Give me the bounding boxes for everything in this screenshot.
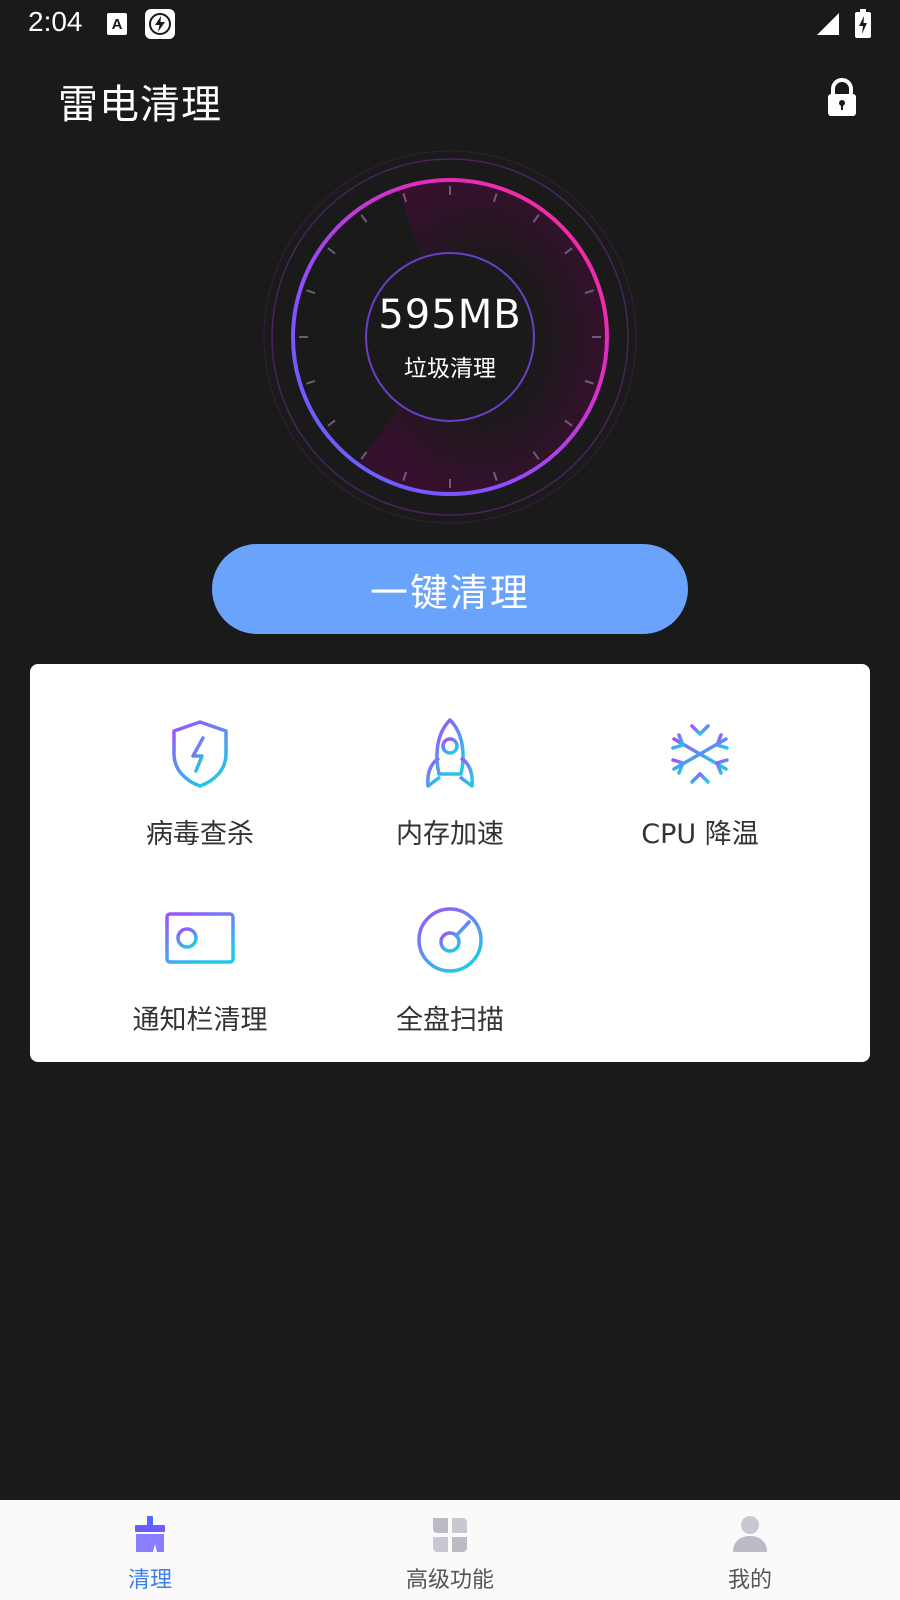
status-bar: 2:04 A (0, 0, 900, 50)
nav-label: 高级功能 (405, 1568, 494, 1593)
feature-label: 内存加速 (396, 819, 504, 850)
gauge-tick (327, 247, 336, 255)
feature-label: CPU 降温 (641, 819, 759, 850)
feature-label: 病毒查杀 (146, 819, 254, 850)
one-click-clean-button[interactable]: 一键清理 (212, 544, 688, 634)
feature-label: 通知栏清理 (132, 1005, 268, 1036)
nav-item-advanced[interactable]: 高级功能 (350, 1500, 550, 1600)
feature-card: 病毒查杀 内存加速 CPU 降温 通知栏清理 全盘扫描 (30, 664, 870, 1062)
gauge-tick (360, 214, 368, 223)
snowflake-icon (662, 716, 738, 792)
battery-charging-icon (854, 9, 872, 43)
disk-scan-icon (412, 902, 488, 978)
nav-item-mine[interactable]: 我的 (650, 1500, 850, 1600)
a-notification-icon: A (106, 12, 128, 40)
feature-virus-scan[interactable]: 病毒查杀 (100, 716, 300, 866)
status-time: 2:04 (28, 6, 83, 37)
cellular-signal-icon (816, 12, 840, 40)
flash-notification-icon (144, 8, 176, 44)
broom-icon (131, 1514, 169, 1554)
grid-icon (431, 1514, 469, 1554)
shield-bolt-icon (162, 716, 238, 792)
junk-gauge[interactable]: 595MB 垃圾清理 (260, 147, 640, 527)
junk-clean-label: 垃圾清理 (404, 356, 496, 382)
nav-item-clean[interactable]: 清理 (50, 1500, 250, 1600)
feature-label: 全盘扫描 (396, 1005, 504, 1036)
feature-full-disk-scan[interactable]: 全盘扫描 (350, 902, 550, 1052)
feature-notification-clean[interactable]: 通知栏清理 (100, 902, 300, 1052)
app-header: 雷电清理 (0, 60, 900, 140)
svg-text:A: A (112, 16, 123, 33)
nav-label: 清理 (127, 1568, 172, 1593)
app-title: 雷电清理 (58, 82, 222, 128)
bottom-nav: 清理 高级功能 我的 (0, 1500, 900, 1600)
lock-icon[interactable] (820, 76, 864, 120)
id-card-icon (162, 902, 238, 978)
rocket-icon (412, 716, 488, 792)
feature-cpu-cooling[interactable]: CPU 降温 (600, 716, 800, 866)
feature-memory-boost[interactable]: 内存加速 (350, 716, 550, 866)
user-icon (731, 1514, 769, 1554)
gauge-tick (327, 419, 336, 427)
nav-label: 我的 (727, 1568, 772, 1593)
junk-size-value: 595MB (378, 292, 522, 338)
